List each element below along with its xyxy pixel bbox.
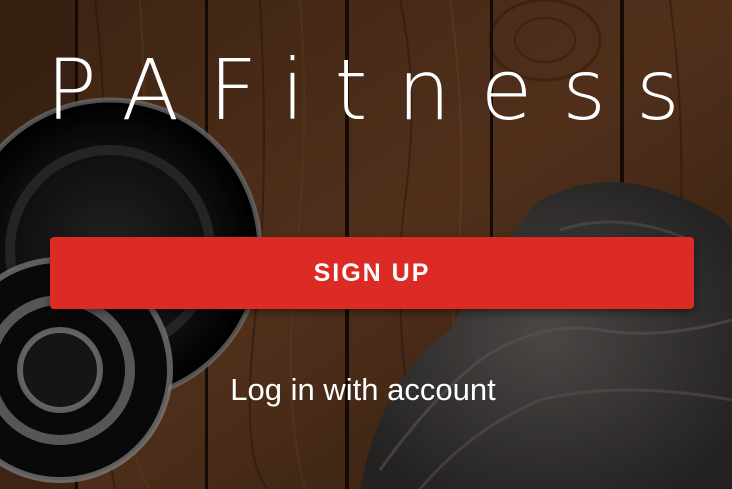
login-screen: PAFitness SIGN UP Log in with account [0, 0, 732, 489]
sign-up-button[interactable]: SIGN UP [50, 237, 694, 309]
log-in-link[interactable]: Log in with account [0, 372, 726, 408]
app-title: PAFitness [46, 41, 710, 139]
